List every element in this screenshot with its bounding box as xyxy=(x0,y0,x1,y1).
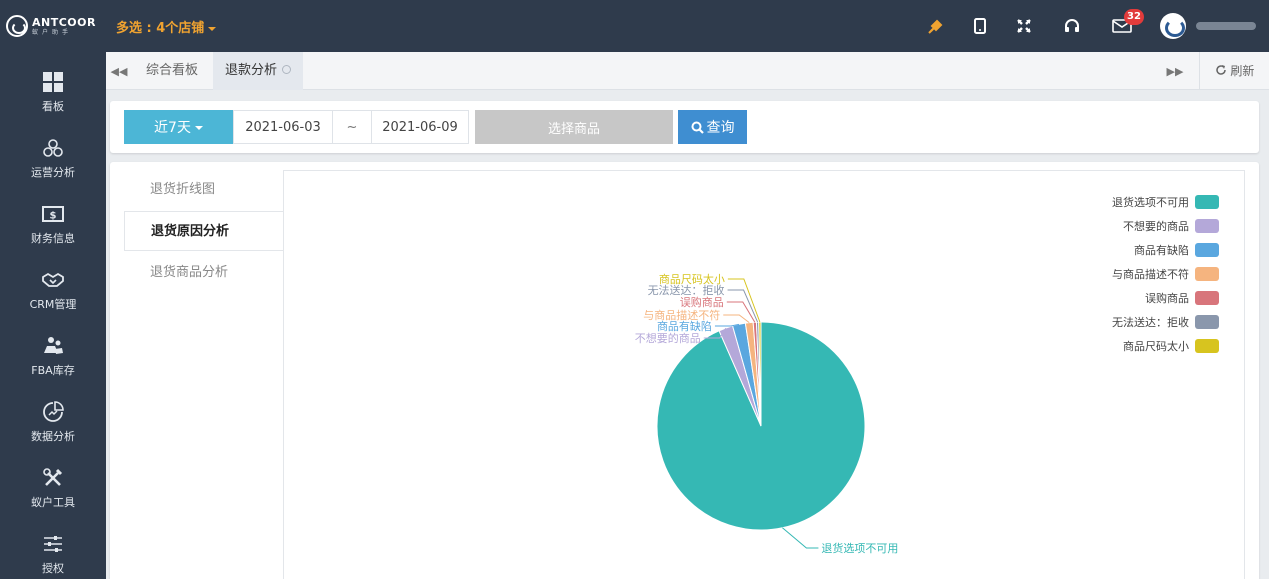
mail-icon[interactable]: 32 xyxy=(1110,9,1144,38)
date-separator: ~ xyxy=(333,110,371,144)
pie-label-text: 退货选项不可用 xyxy=(821,541,898,555)
operations-icon xyxy=(40,135,66,161)
legend-item-1[interactable]: 不想要的商品 xyxy=(1123,219,1219,233)
search-icon xyxy=(691,121,704,134)
store-selector-label: 多选 : 4个店铺 xyxy=(116,21,205,36)
pie-label-text: 商品尺码太小 xyxy=(659,272,725,286)
sidebar-item-crm[interactable]: CRM管理 xyxy=(0,256,106,322)
notification-badge: 32 xyxy=(1124,9,1144,25)
sidebar-item-label: 授权 xyxy=(42,562,64,575)
tab-return-product-analysis[interactable]: 退货商品分析 xyxy=(124,253,284,293)
sidebar-item-dashboard[interactable]: 看板 xyxy=(0,58,106,124)
legend-label: 商品有缺陷 xyxy=(1134,243,1189,257)
sidebar-item-finance[interactable]: $ 财务信息 xyxy=(0,190,106,256)
pie-label-text: 与商品描述不符 xyxy=(643,308,720,322)
mobile-icon[interactable] xyxy=(968,14,992,38)
sliders-icon xyxy=(40,531,66,557)
refresh-button[interactable]: 刷新 xyxy=(1199,52,1269,90)
pie-label-0: 退货选项不可用 xyxy=(782,527,898,555)
sidebar-item-label: CRM管理 xyxy=(29,298,77,311)
legend-item-3[interactable]: 与商品描述不符 xyxy=(1112,267,1219,281)
start-date-input[interactable] xyxy=(233,110,333,144)
user-avatar[interactable] xyxy=(1160,13,1186,39)
username-blurred[interactable] xyxy=(1196,22,1256,30)
sidebar-item-label: 运营分析 xyxy=(31,166,75,179)
sidebar-item-label: FBA库存 xyxy=(31,364,75,377)
filter-bar: 近7天 ~ 选择商品 查询 xyxy=(110,101,1259,153)
select-product-button[interactable]: 选择商品 xyxy=(475,110,673,144)
pie-analysis-icon xyxy=(40,399,66,425)
sidebar-item-label: 蚁户工具 xyxy=(31,496,75,509)
tabs-scroll-right-icon[interactable]: ▶▶ xyxy=(1162,52,1188,90)
tab-overview[interactable]: 综合看板 xyxy=(134,52,210,90)
sidebar-item-label: 数据分析 xyxy=(31,430,75,443)
tab-return-line-chart[interactable]: 退货折线图 xyxy=(124,170,284,210)
legend-label: 与商品描述不符 xyxy=(1112,267,1189,281)
legend-label: 误购商品 xyxy=(1145,291,1189,305)
legend-item-6[interactable]: 商品尺码太小 xyxy=(1123,339,1219,353)
sidebar-item-tools[interactable]: 蚁户工具 xyxy=(0,454,106,520)
inventory-icon xyxy=(40,333,66,359)
tools-icon xyxy=(40,465,66,491)
legend-swatch xyxy=(1195,315,1219,329)
pie-label-3: 与商品描述不符 xyxy=(643,308,750,324)
end-date-input[interactable] xyxy=(371,110,469,144)
refresh-icon xyxy=(1215,65,1226,75)
page-tabs: ◀◀ 综合看板 退款分析 ▶▶ 刷新 xyxy=(106,52,1269,90)
svg-text:$: $ xyxy=(50,211,57,222)
analysis-card: 退货折线图 退货原因分析 退货商品分析 退货选项不可用 不想要的商品 商品有缺陷 与商… xyxy=(110,162,1259,579)
legend-swatch xyxy=(1195,339,1219,353)
sidebar-item-authorization[interactable]: 授权 xyxy=(0,520,106,579)
logo-mark-icon xyxy=(6,15,28,37)
pie-label-text: 不想要的商品 xyxy=(635,331,701,345)
legend-item-4[interactable]: 误购商品 xyxy=(1145,291,1219,305)
logo-subtitle: 蚁户助手 xyxy=(32,28,73,36)
legend-swatch xyxy=(1195,219,1219,233)
finance-icon: $ xyxy=(40,201,66,227)
legend-label: 商品尺码太小 xyxy=(1123,339,1189,353)
legend-label: 不想要的商品 xyxy=(1123,219,1189,233)
tab-refund-analysis[interactable]: 退款分析 xyxy=(213,52,304,90)
app-logo[interactable]: ANTCOOR 蚁户助手 xyxy=(0,0,106,52)
fullscreen-icon[interactable] xyxy=(1012,14,1036,38)
tabs-scroll-left-icon[interactable]: ◀◀ xyxy=(106,52,132,90)
sidebar-item-label: 财务信息 xyxy=(31,232,75,245)
sidebar-item-label: 看板 xyxy=(42,100,64,113)
legend-item-5[interactable]: 无法送达：拒收 xyxy=(1112,315,1219,329)
pie-chart: 退货选项不可用不想要的商品商品有缺陷与商品描述不符误购商品无法送达：拒收商品尺码… xyxy=(635,195,1219,555)
caret-down-icon xyxy=(194,126,203,130)
sidebar-item-operations[interactable]: 运营分析 xyxy=(0,124,106,190)
legend-label: 无法送达：拒收 xyxy=(1112,315,1189,329)
query-button[interactable]: 查询 xyxy=(678,110,747,144)
sidebar-item-fba[interactable]: FBA库存 xyxy=(0,322,106,388)
tab-return-reason-analysis[interactable]: 退货原因分析 xyxy=(124,211,284,251)
legend-label: 退货选项不可用 xyxy=(1112,195,1189,209)
sidebar: 看板 运营分析 $ 财务信息 CRM管理 FBA库存 数据分析 蚁户工具 授权 xyxy=(0,52,106,579)
handshake-icon xyxy=(40,267,66,293)
legend-swatch xyxy=(1195,267,1219,281)
close-icon[interactable] xyxy=(282,65,292,74)
logo-text: ANTCOOR xyxy=(32,15,96,29)
headset-icon[interactable] xyxy=(1060,14,1084,38)
caret-down-icon xyxy=(208,26,217,31)
legend-item-0[interactable]: 退货选项不可用 xyxy=(1112,195,1219,209)
store-selector[interactable]: 多选 : 4个店铺 xyxy=(116,17,217,36)
pie-label-text: 误购商品 xyxy=(680,295,724,309)
dashboard-icon xyxy=(40,69,66,95)
legend-swatch xyxy=(1195,195,1219,209)
date-range-dropdown[interactable]: 近7天 xyxy=(124,110,233,144)
top-bar: ANTCOOR 蚁户助手 多选 : 4个店铺 32 xyxy=(0,0,1269,52)
chart-panel: 退货选项不可用 不想要的商品 商品有缺陷 与商品描述不符 误购商品 无法送达：拒收 商品尺码… xyxy=(283,170,1245,579)
legend-swatch xyxy=(1195,243,1219,257)
legend-item-2[interactable]: 商品有缺陷 xyxy=(1134,243,1219,257)
sidebar-item-data-analysis[interactable]: 数据分析 xyxy=(0,388,106,454)
legend-swatch xyxy=(1195,291,1219,305)
plug-icon[interactable] xyxy=(924,14,948,38)
